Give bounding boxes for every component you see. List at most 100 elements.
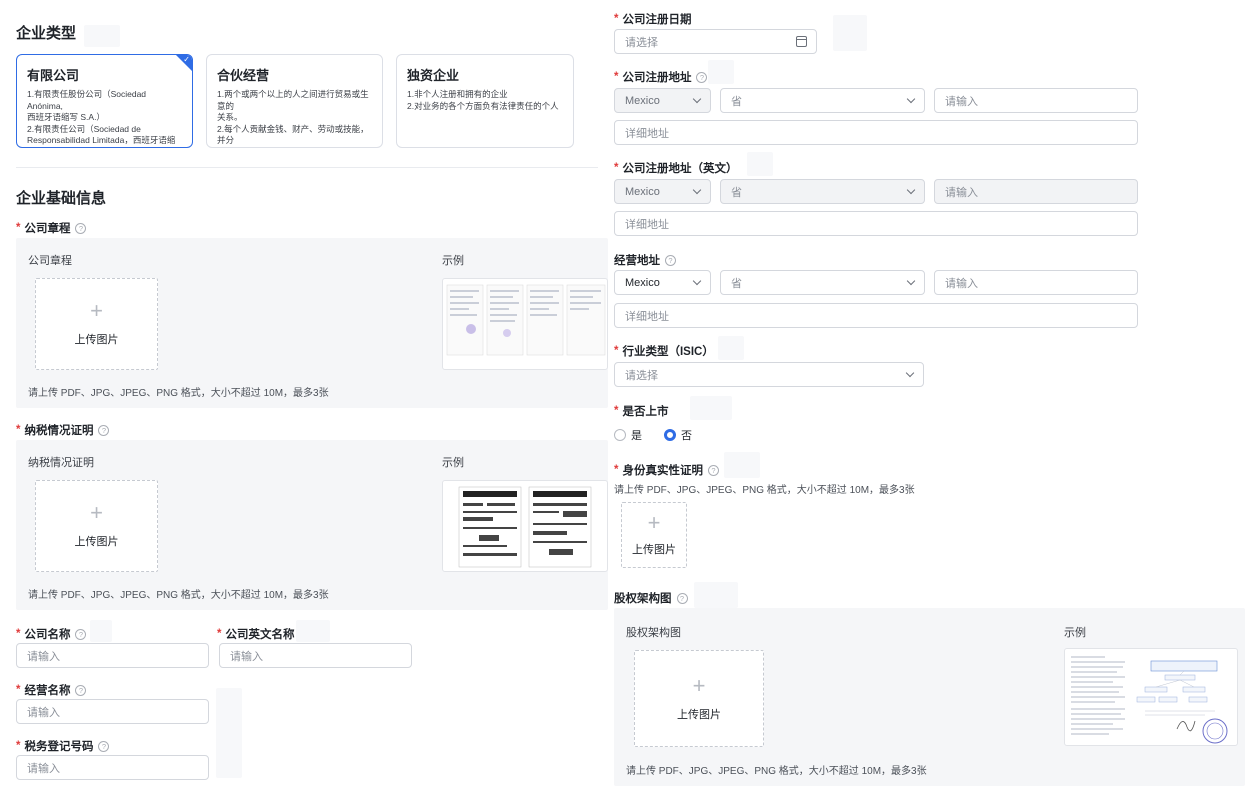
org-chart-sample-icon <box>1071 656 1228 744</box>
articles-label-text: 公司章程 <box>24 223 71 235</box>
select-placeholder: 省 <box>731 277 742 290</box>
tax-cert-upload-button[interactable]: + 上传图片 <box>35 480 158 572</box>
upload-hint: 请上传 PDF、JPG、JPEG、PNG 格式，大小不超过 10M，最多3张 <box>28 388 329 399</box>
reg-detail-address-input[interactable]: 详细地址 <box>614 120 1138 145</box>
input-placeholder: 请选择 <box>625 36 658 49</box>
help-circle-icon[interactable]: ? <box>707 464 719 476</box>
equity-sample-image[interactable] <box>1064 648 1238 746</box>
input-placeholder: 详细地址 <box>625 127 669 140</box>
articles-sample-image[interactable] <box>442 278 608 370</box>
help-circle-icon[interactable]: ? <box>665 254 676 266</box>
reg-en-city-input[interactable]: 请输入 <box>934 179 1138 204</box>
reg-en-detail-address-input[interactable]: 详细地址 <box>614 211 1138 236</box>
identity-upload-button[interactable]: + 上传图片 <box>621 502 687 568</box>
tax-cert-label: * 纳税情况证明? <box>16 422 110 438</box>
chevron-down-icon <box>906 276 916 286</box>
biz-city-input[interactable]: 请输入 <box>934 270 1138 295</box>
required-mark: * <box>217 628 222 640</box>
select-placeholder: 省 <box>731 186 742 199</box>
placeholder-block <box>90 620 112 642</box>
equity-upload-button[interactable]: + 上传图片 <box>634 650 764 747</box>
input-placeholder: 请输入 <box>945 277 978 290</box>
biz-detail-address-input[interactable]: 详细地址 <box>614 303 1138 328</box>
placeholder-block <box>833 15 867 51</box>
upload-text: 上传图片 <box>74 536 119 548</box>
enterprise-type-title: 企业类型 <box>16 25 77 42</box>
industry-select[interactable]: 请选择 <box>614 362 924 387</box>
chevron-down-icon <box>692 276 702 286</box>
business-name-input[interactable]: 请输入 <box>16 699 209 724</box>
identity-label: * 身份真实性证明? <box>614 462 719 478</box>
company-name-en-label-text: 公司英文名称 <box>225 629 295 641</box>
calendar-icon <box>796 36 807 47</box>
tax-cert-sample-image[interactable] <box>442 480 608 572</box>
reg-city-input[interactable]: 请输入 <box>934 88 1138 113</box>
input-placeholder: 详细地址 <box>625 218 669 231</box>
help-circle-icon[interactable]: ? <box>98 424 110 436</box>
document-sample-icon <box>446 284 606 356</box>
required-mark: * <box>16 684 21 696</box>
business-name-label: * 经营名称? <box>16 682 87 698</box>
panel-label: 股权架构图 <box>626 627 681 639</box>
listed-radio-yes[interactable]: 是 <box>614 427 642 443</box>
placeholder-block <box>84 25 120 47</box>
placeholder-block <box>718 336 744 360</box>
equity-upload-panel: 股权架构图 示例 + 上传图片 请上传 PDF、JPG、JPEG、PNG 格式，… <box>614 608 1245 786</box>
tax-id-label: * 税务登记号码? <box>16 738 110 754</box>
tax-cert-label-text: 纳税情况证明 <box>24 425 94 437</box>
select-placeholder: 省 <box>731 95 742 108</box>
upload-text: 上传图片 <box>74 334 119 346</box>
industry-label: * 行业类型（ISIC） <box>614 343 714 359</box>
chevron-down-icon <box>692 94 702 104</box>
reg-date-picker[interactable]: 请选择 <box>614 29 817 54</box>
reg-country-select[interactable]: Mexico <box>614 88 711 113</box>
radio-circle-selected <box>664 429 676 441</box>
chevron-down-icon <box>906 185 916 195</box>
chevron-down-icon <box>692 185 702 195</box>
help-circle-icon[interactable]: ? <box>75 628 87 640</box>
company-name-input[interactable]: 请输入 <box>16 643 209 668</box>
listed-radio-no[interactable]: 否 <box>664 427 692 443</box>
sample-label: 示例 <box>442 255 464 267</box>
articles-upload-button[interactable]: + 上传图片 <box>35 278 158 370</box>
articles-label: * 公司章程? <box>16 220 87 236</box>
required-mark: * <box>16 424 21 436</box>
radio-label: 是 <box>631 430 642 442</box>
company-name-en-input[interactable]: 请输入 <box>219 643 412 668</box>
input-placeholder: 请输入 <box>27 706 60 719</box>
reg-address-label-text: 公司注册地址 <box>622 72 692 84</box>
biz-country-select[interactable]: Mexico <box>614 270 711 295</box>
help-circle-icon[interactable]: ? <box>75 684 87 696</box>
help-circle-icon[interactable]: ? <box>696 71 708 83</box>
selected-value: Mexico <box>625 185 660 198</box>
input-placeholder: 请输入 <box>27 762 60 775</box>
input-placeholder: 请输入 <box>27 650 60 663</box>
tax-id-input[interactable]: 请输入 <box>16 755 209 780</box>
type-card-sole-proprietorship[interactable]: 独资企业 1.非个人注册和拥有的企业 2.对业务的各个方面负有法律责任的个人 <box>396 54 574 148</box>
biz-province-select[interactable]: 省 <box>720 270 925 295</box>
reg-en-country-select[interactable]: Mexico <box>614 179 711 204</box>
help-circle-icon[interactable]: ? <box>75 222 87 234</box>
type-card-limited-company[interactable]: ✓ 有限公司 1.有限责任股份公司（Sociedad Anónima, 西班牙语… <box>16 54 193 148</box>
placeholder-block <box>690 396 732 420</box>
help-circle-icon[interactable]: ? <box>676 592 688 604</box>
panel-label: 纳税情况证明 <box>28 457 94 469</box>
help-circle-icon[interactable]: ? <box>98 740 110 752</box>
type-card-partnership[interactable]: 合伙经营 1.两个或两个以上的人之间进行贸易或生意的 关系。 2.每个人贡献金钱… <box>206 54 383 148</box>
reg-address-en-label: * 公司注册地址（英文） <box>614 160 737 176</box>
chevron-down-icon <box>905 368 915 378</box>
type-card-desc: 1.非个人注册和拥有的企业 2.对业务的各个方面负有法律责任的个人 <box>407 89 559 111</box>
identity-hint: 请上传 PDF、JPG、JPEG、PNG 格式，大小不超过 10M，最多3张 <box>614 485 915 496</box>
company-name-label-text: 公司名称 <box>24 629 71 641</box>
required-mark: * <box>16 628 21 640</box>
reg-en-province-select[interactable]: 省 <box>720 179 925 204</box>
articles-upload-panel: 公司章程 示例 + 上传图片 请上传 PDF、JPG、JPEG、PNG 格式，大… <box>16 238 608 408</box>
equity-label-text: 股权架构图 <box>614 593 672 605</box>
placeholder-block <box>694 582 738 608</box>
reg-date-label-text: 公司注册日期 <box>622 14 692 26</box>
required-mark: * <box>614 464 619 476</box>
plus-icon: + <box>692 672 706 698</box>
sample-label: 示例 <box>1064 627 1086 639</box>
biz-address-label: 经营地址? <box>614 252 676 268</box>
reg-province-select[interactable]: 省 <box>720 88 925 113</box>
